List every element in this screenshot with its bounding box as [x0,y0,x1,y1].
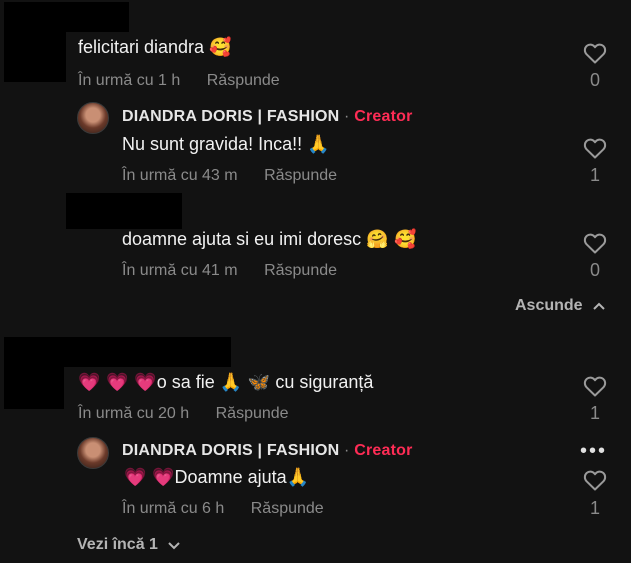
redacted-username [66,193,182,229]
view-more-replies-button[interactable]: Vezi încă 1 [77,536,181,554]
timestamp: În urmă cu 41 m [122,262,238,279]
like-button[interactable] [580,137,610,164]
separator: · [344,108,350,125]
comment-text: Nu sunt gravida! Inca!! 🙏 [122,134,330,155]
heart-outline-icon [583,43,607,64]
like-count: 0 [589,70,600,90]
creator-badge: Creator [354,442,413,459]
reply-button[interactable]: Răspunde [264,167,337,184]
separator: · [344,442,350,459]
emoji: 🙏 [286,467,310,488]
author-line: DIANDRA DORIS | FASHION · Creator [122,108,413,126]
collapse-replies-button[interactable]: Ascunde [515,297,605,315]
redacted-username [4,337,231,367]
comment-meta: În urmă cu 6 h Răspunde [122,500,324,518]
avatar[interactable] [77,437,109,469]
reply-button[interactable]: Răspunde [207,72,280,89]
comment-meta: În urmă cu 43 m Răspunde [122,167,337,185]
author-name[interactable]: DIANDRA DORIS | FASHION [122,442,339,459]
comment-meta: În urmă cu 20 h Răspunde [78,405,289,423]
like-count: 1 [589,403,600,423]
chevron-up-icon [593,302,605,310]
timestamp: În urmă cu 43 m [122,167,238,184]
heart-outline-icon [583,470,607,491]
comment-text: 💗 💗Doamne ajuta🙏 [124,467,310,488]
comment-text: doamne ajuta si eu imi doresc 🤗 🥰 [122,229,417,250]
emoji: 🙏 [307,134,330,155]
like-button[interactable] [580,469,610,496]
heart-outline-icon [583,376,607,397]
reply-button[interactable]: Răspunde [251,500,324,517]
author-line: DIANDRA DORIS | FASHION · Creator [122,442,413,460]
avatar[interactable] [77,102,109,134]
heart-outline-icon [583,138,607,159]
chevron-down-icon [168,542,181,550]
timestamp: În urmă cu 20 h [78,405,190,422]
reply-button[interactable]: Răspunde [264,262,337,279]
like-button[interactable] [580,375,610,402]
comment-meta: În urmă cu 41 m Răspunde [122,262,337,280]
emoji: 🤗 🥰 [366,229,417,250]
more-options-button[interactable]: ••• [580,440,607,463]
author-name[interactable]: DIANDRA DORIS | FASHION [122,108,339,125]
comment-text: 💗 💗 💗o sa fie 🙏 🦋 cu siguranță [78,372,374,393]
like-count: 1 [589,498,600,518]
redacted-username [4,2,129,32]
heart-outline-icon [583,233,607,254]
like-count: 0 [589,260,600,280]
like-button[interactable] [580,232,610,259]
timestamp: În urmă cu 1 h [78,72,181,89]
timestamp: În urmă cu 6 h [122,500,225,517]
comment-meta: În urmă cu 1 h Răspunde [78,72,280,90]
emoji: 🥰 [209,37,232,58]
emoji: 💗 💗 [124,467,175,488]
like-button[interactable] [580,42,610,69]
comment-text: felicitari diandra 🥰 [78,37,232,58]
reply-button[interactable]: Răspunde [216,405,289,422]
like-count: 1 [589,165,600,185]
emoji: 🙏 🦋 [219,372,271,393]
emoji: 💗 💗 💗 [78,372,157,393]
more-icon: ••• [580,440,608,462]
creator-badge: Creator [354,108,413,125]
